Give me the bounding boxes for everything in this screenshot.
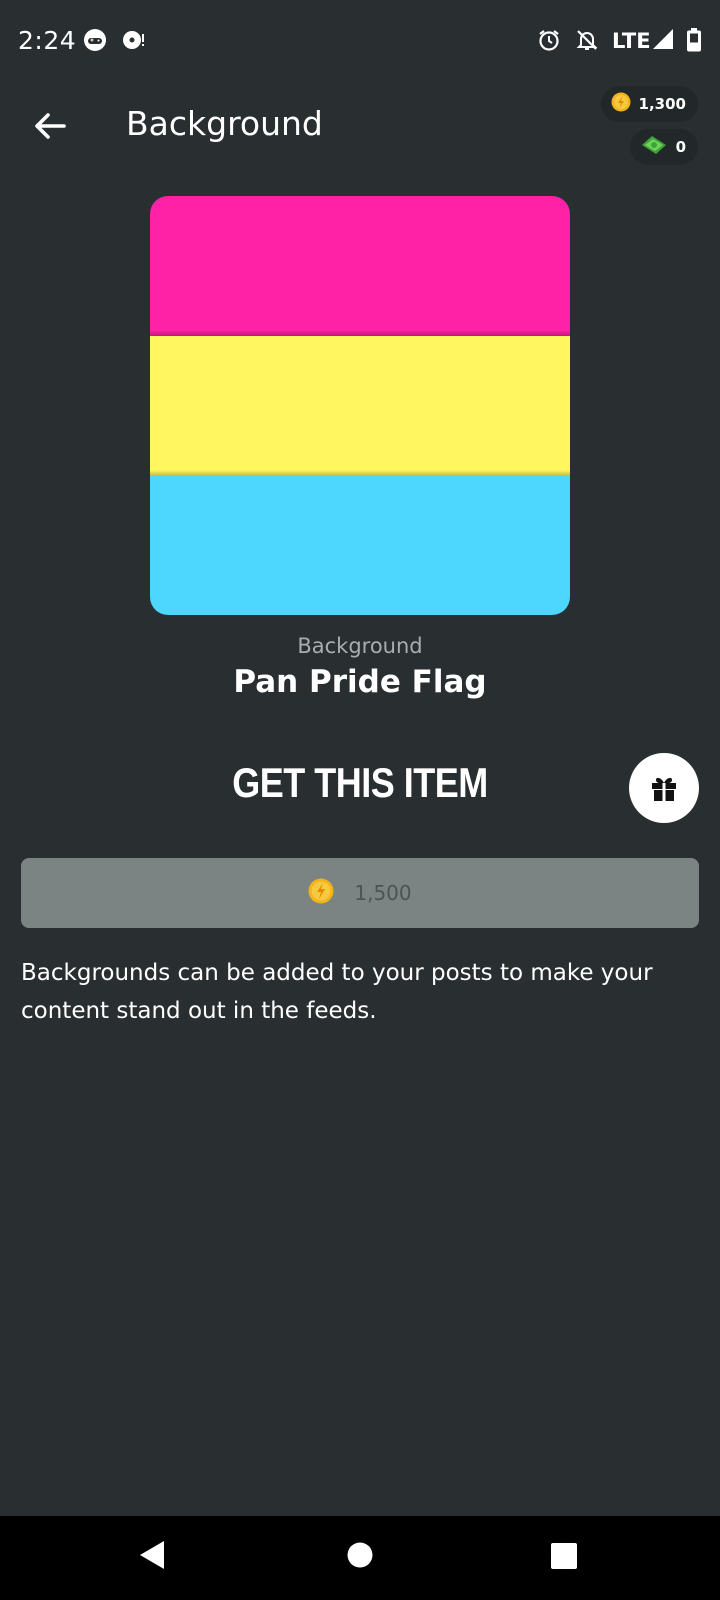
yellow-stripe <box>150 335 570 476</box>
status-time: 2:24 <box>18 26 77 55</box>
triangle-back-icon <box>140 1541 164 1569</box>
nav-recents-button[interactable] <box>551 1543 577 1573</box>
signal-icon <box>652 28 674 54</box>
cash-balance[interactable]: 0 <box>629 129 698 165</box>
page-title: Background <box>126 104 323 143</box>
back-button[interactable] <box>28 104 72 148</box>
media-icon <box>121 28 147 56</box>
cash-icon <box>640 134 668 160</box>
buy-price: 1,500 <box>354 881 412 905</box>
navigation-bar <box>0 1516 720 1600</box>
item-type-label: Background <box>297 634 423 658</box>
coin-icon <box>611 92 631 116</box>
gift-icon <box>652 777 676 801</box>
get-item-heading: GET THIS ITEM <box>232 758 488 806</box>
cyan-stripe <box>150 475 570 615</box>
cash-balance-value: 0 <box>675 138 686 156</box>
buy-button[interactable]: 1,500 <box>21 858 699 928</box>
arrow-left-icon <box>35 113 66 139</box>
gamepad-icon <box>83 28 107 56</box>
notifications-off-icon <box>575 28 599 56</box>
nav-home-button[interactable] <box>347 1542 373 1572</box>
square-recents-icon <box>551 1543 577 1569</box>
network-type: LTE <box>612 29 651 53</box>
circle-home-icon <box>347 1542 373 1568</box>
gift-button[interactable] <box>629 753 699 823</box>
pink-stripe <box>150 196 570 336</box>
item-name: Pan Pride Flag <box>233 664 487 700</box>
alarm-icon <box>537 28 561 56</box>
background-preview <box>150 196 570 615</box>
coin-icon <box>308 878 334 908</box>
nav-back-button[interactable] <box>139 1540 165 1574</box>
battery-icon <box>686 28 702 56</box>
status-bar: 2:24 LTE <box>0 0 720 86</box>
coins-balance-value: 1,300 <box>638 95 686 113</box>
coins-balance[interactable]: 1,300 <box>600 86 698 122</box>
item-description: Backgrounds can be added to your posts t… <box>21 960 653 1024</box>
